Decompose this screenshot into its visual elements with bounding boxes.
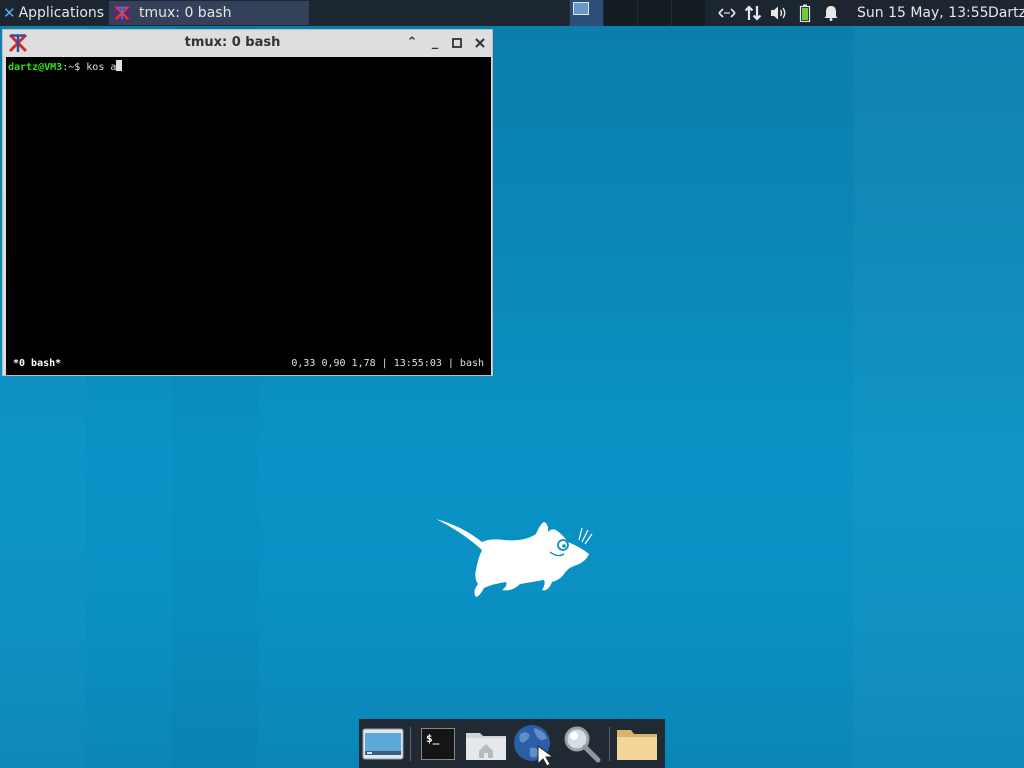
terminal-launcher[interactable]: $_ <box>414 720 462 768</box>
dock: $_ <box>359 719 665 768</box>
user-menu[interactable]: Dartz <box>988 0 1024 26</box>
magnifier-icon <box>564 726 601 762</box>
volume-icon[interactable] <box>766 0 792 26</box>
desktop-band <box>853 26 1024 768</box>
terminal-cursor <box>116 60 123 71</box>
workspace-2[interactable] <box>603 0 637 26</box>
network-updown-icon[interactable] <box>740 0 766 26</box>
prompt-user: dartz@VM3 <box>8 62 63 73</box>
maximize-button[interactable] <box>448 34 466 52</box>
battery-icon[interactable] <box>792 0 818 26</box>
web-browser-launcher[interactable] <box>510 720 558 768</box>
home-folder-icon <box>466 732 506 760</box>
notification-bell-icon[interactable] <box>818 0 844 26</box>
tmux-window-list: *0 bash* <box>13 358 62 369</box>
terminal-area[interactable]: dartz@VM3:~$ kos a *0 bash* 0,33 0,90 1,… <box>6 57 491 375</box>
workspace-4[interactable] <box>671 0 705 26</box>
app-finder-launcher[interactable] <box>558 720 606 768</box>
workspace-3[interactable] <box>637 0 671 26</box>
home-folder-launcher[interactable] <box>462 720 510 768</box>
minimize-button[interactable]: _ <box>426 34 444 52</box>
network-arrows-icon[interactable] <box>714 0 740 26</box>
prompt-path: :~$ <box>62 62 87 73</box>
terminal-window: tmux: 0 bash ⌃ _ dartz@VM3:~$ kos a *0 b… <box>2 29 493 376</box>
window-titlebar[interactable]: tmux: 0 bash ⌃ _ <box>3 30 492 56</box>
workspace-switcher <box>569 0 705 26</box>
terminal-icon: $_ <box>421 727 455 760</box>
applications-menu-button[interactable]: ✕ Applications ≡ <box>0 0 120 26</box>
show-desktop-button[interactable] <box>359 720 407 768</box>
show-desktop-icon <box>362 728 404 759</box>
xfce-logo-icon: ✕ <box>3 4 16 22</box>
taskbar-button-terminal[interactable]: tmux: 0 bash <box>109 1 309 25</box>
close-button[interactable] <box>471 34 489 52</box>
system-tray <box>714 0 844 26</box>
taskbar-button-label: tmux: 0 bash <box>139 5 232 21</box>
window-shade-button[interactable]: ⌃ <box>403 34 421 52</box>
prompt-line: dartz@VM3:~$ kos a <box>8 60 123 73</box>
terminal-icon-glyph: $_ <box>426 731 440 745</box>
clock[interactable]: Sun 15 May, 13:55 <box>857 0 989 26</box>
xfce-mouse-logo <box>436 519 593 597</box>
file-manager-launcher[interactable] <box>613 720 661 768</box>
dock-separator <box>609 726 610 761</box>
workspace-1[interactable] <box>569 0 603 26</box>
dock-separator <box>410 726 411 761</box>
applications-label: Applications <box>18 5 105 21</box>
command-input[interactable]: kos a <box>86 62 116 73</box>
top-panel: ✕ Applications ≡ tmux: 0 bash <box>0 0 1024 26</box>
xterm-icon <box>113 4 131 22</box>
folder-icon <box>617 729 657 760</box>
globe-icon <box>514 724 555 766</box>
tmux-status-right: 0,33 0,90 1,78 | 13:55:03 | bash <box>291 358 484 369</box>
